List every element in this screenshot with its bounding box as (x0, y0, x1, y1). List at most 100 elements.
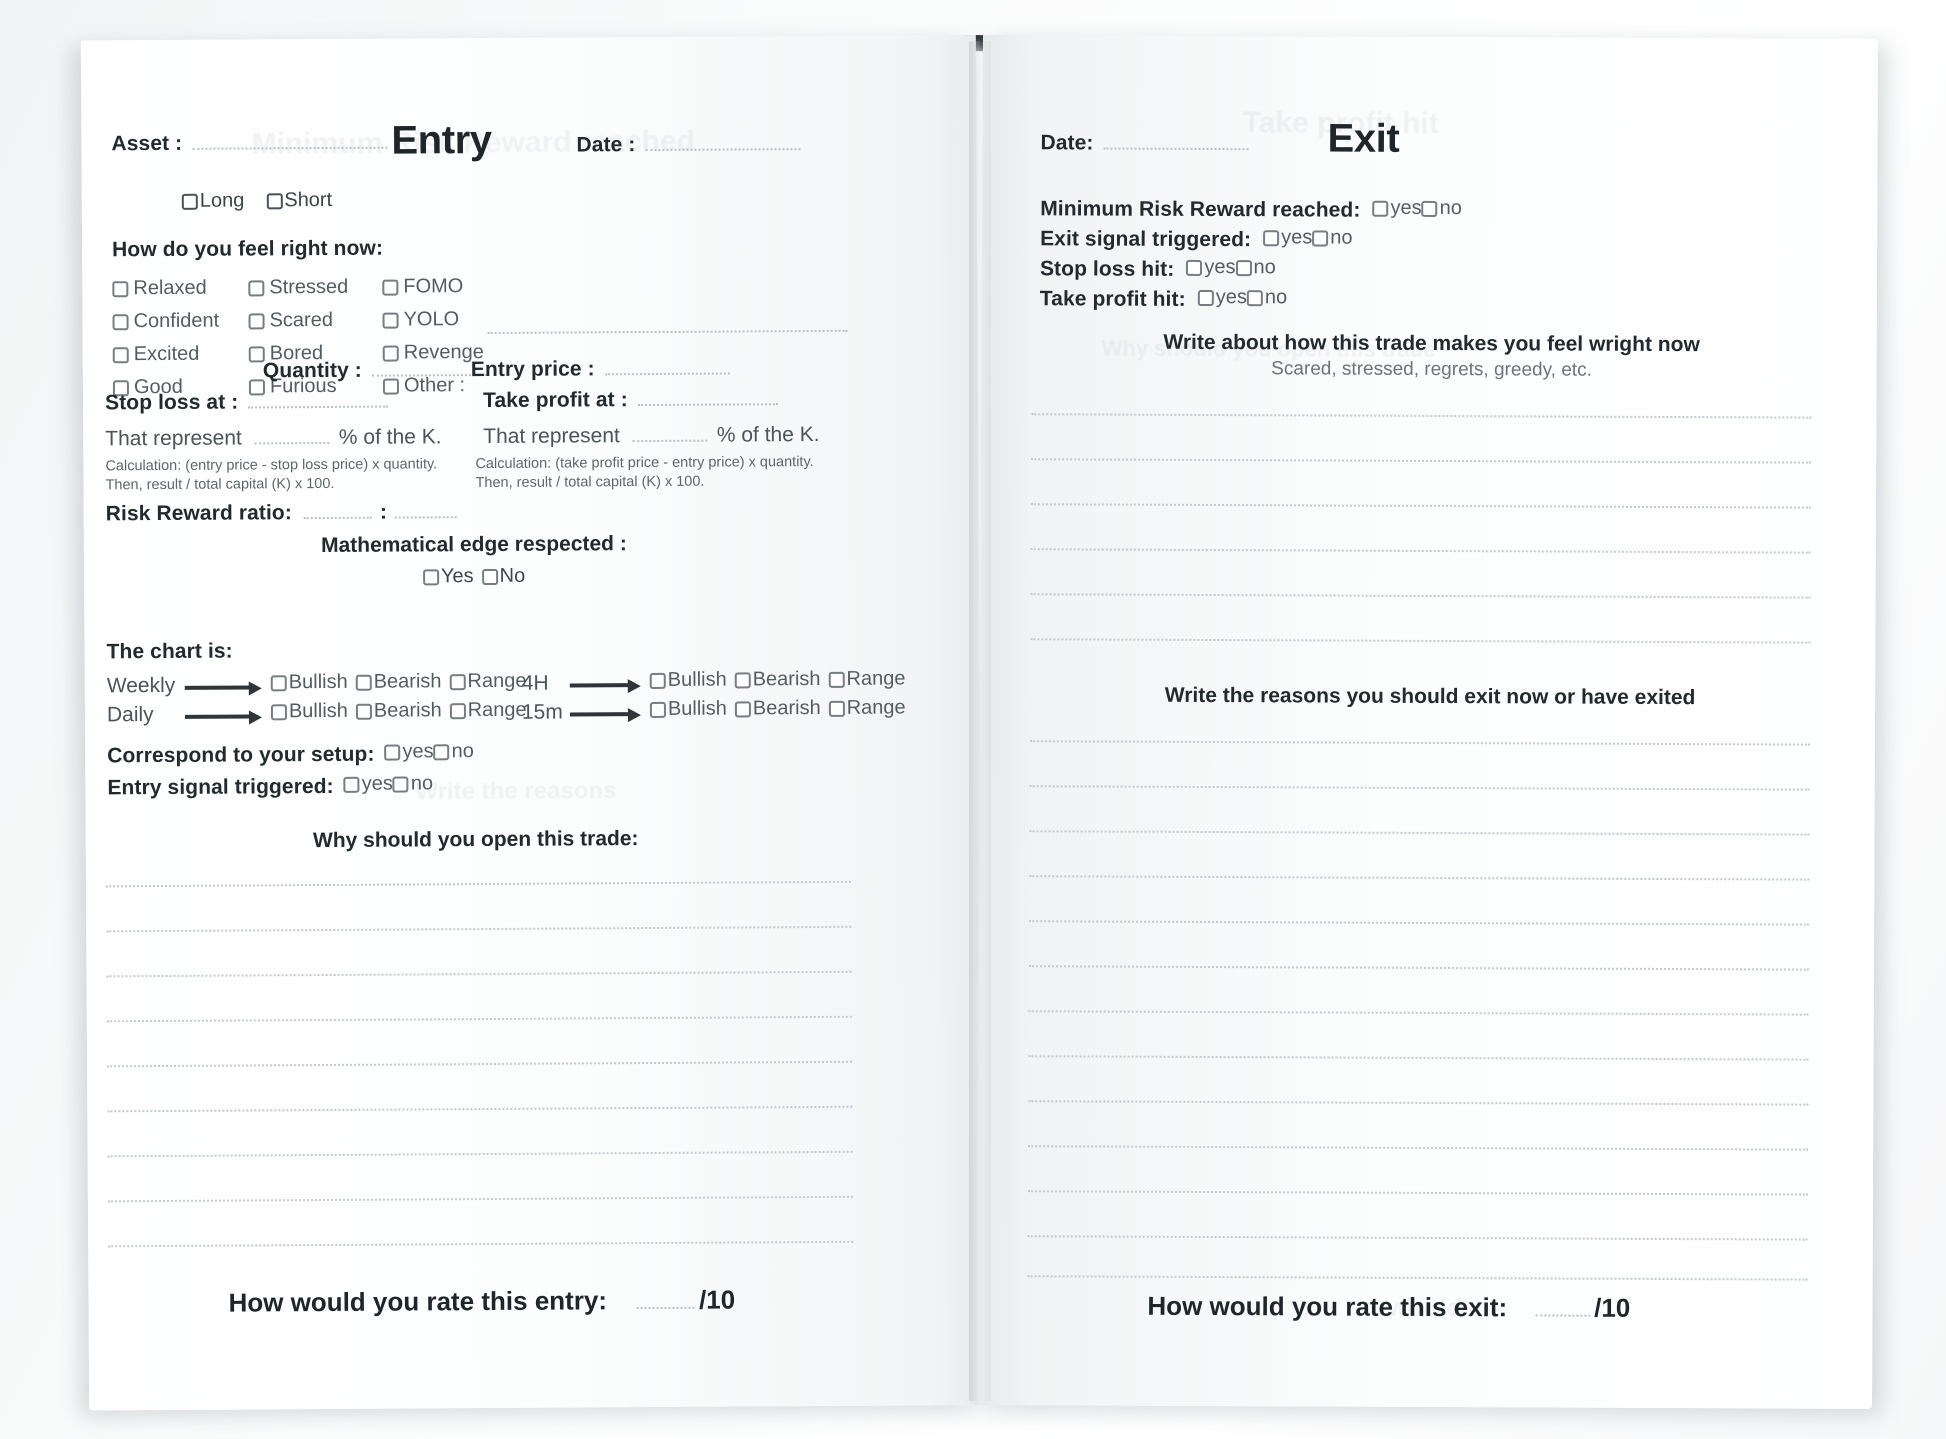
checkbox-box[interactable] (112, 346, 129, 363)
checkbox-long[interactable]: Long (181, 189, 245, 212)
checkbox-box[interactable] (481, 568, 498, 585)
exit-rating-input[interactable] (1535, 1313, 1591, 1317)
stop-loss-input[interactable] (248, 404, 389, 409)
checkbox-box[interactable] (343, 776, 360, 793)
checkbox-math-edge-no[interactable]: No (481, 565, 526, 588)
checkbox-scared[interactable]: Scared (248, 309, 348, 333)
reasons-line[interactable] (1028, 1010, 1809, 1016)
reasons-line[interactable] (1028, 965, 1809, 971)
entry-rating-input[interactable] (637, 1305, 696, 1310)
asset-input[interactable] (192, 145, 388, 150)
reasons-line[interactable] (1029, 830, 1810, 836)
reasons-line[interactable] (1029, 875, 1810, 881)
checkbox-stressed[interactable]: Stressed (248, 276, 348, 300)
checkbox-take-profit-hit-no[interactable]: no (1246, 286, 1287, 309)
entry-date-input[interactable] (645, 147, 801, 152)
checkbox-exit-signal-no[interactable]: no (1312, 226, 1353, 249)
checkbox-box[interactable] (828, 671, 845, 688)
entry-price-input[interactable] (604, 371, 730, 376)
checkbox-box[interactable] (112, 313, 129, 330)
checkbox-daily-bearish[interactable]: Bearish (355, 699, 442, 723)
checkbox-short[interactable]: Short (266, 189, 332, 212)
checkbox-daily-range[interactable]: Range (449, 699, 527, 722)
why-open-line[interactable] (106, 1015, 852, 1023)
reasons-line[interactable] (1029, 920, 1810, 926)
checkbox-box[interactable] (266, 192, 283, 209)
take-profit-input[interactable] (637, 402, 778, 407)
checkbox-box[interactable] (248, 279, 265, 296)
checkbox-yolo[interactable]: YOLO (382, 308, 483, 332)
reasons-line[interactable] (1029, 785, 1810, 791)
why-open-line[interactable] (107, 1150, 853, 1158)
checkbox-box[interactable] (1235, 259, 1252, 276)
checkbox-excited[interactable]: Excited (112, 343, 220, 367)
reasons-line[interactable] (1027, 1275, 1808, 1281)
checkbox-box[interactable] (433, 743, 450, 760)
stop-represent-input[interactable] (253, 440, 329, 445)
checkbox-box[interactable] (384, 744, 401, 761)
exit-date-input[interactable] (1103, 146, 1249, 151)
checkbox-box[interactable] (382, 279, 399, 296)
checkbox-box[interactable] (649, 701, 666, 718)
checkbox-box[interactable] (422, 568, 440, 585)
reasons-line[interactable] (1029, 740, 1810, 746)
take-represent-input[interactable] (631, 438, 707, 443)
checkbox-take-profit-hit-yes[interactable]: yes (1197, 286, 1247, 309)
reasons-line[interactable] (1028, 1055, 1809, 1061)
checkbox-min-rr-yes[interactable]: yes (1372, 197, 1422, 220)
checkbox-box[interactable] (1197, 289, 1214, 306)
checkbox-box[interactable] (355, 674, 372, 691)
checkbox-box[interactable] (1421, 200, 1438, 217)
checkbox-box[interactable] (270, 703, 287, 720)
checkbox-entry-signal-no[interactable]: no (392, 772, 433, 795)
checkbox-box[interactable] (449, 702, 466, 719)
checkbox-math-edge-yes[interactable]: Yes (422, 565, 474, 588)
checkbox-stop-loss-hit-no[interactable]: no (1235, 256, 1276, 279)
feel-line[interactable] (1030, 548, 1811, 554)
checkbox-box[interactable] (734, 700, 751, 717)
checkbox-box[interactable] (1246, 289, 1263, 306)
checkbox-entry-signal-yes[interactable]: yes (343, 773, 393, 796)
checkbox-setup-no[interactable]: no (433, 740, 474, 763)
checkbox-box[interactable] (1263, 229, 1280, 246)
checkbox-4h-bearish[interactable]: Bearish (734, 668, 821, 692)
checkbox-box[interactable] (181, 193, 198, 210)
checkbox-daily-bullish[interactable]: Bullish (270, 700, 348, 723)
checkbox-relaxed[interactable]: Relaxed (112, 277, 219, 301)
quantity-input[interactable] (371, 373, 487, 377)
checkbox-box[interactable] (392, 775, 409, 793)
checkbox-stop-loss-hit-yes[interactable]: yes (1186, 256, 1236, 279)
why-open-line[interactable] (108, 1240, 854, 1248)
checkbox-box[interactable] (1372, 200, 1389, 217)
checkbox-4h-bullish[interactable]: Bullish (649, 669, 727, 692)
checkbox-box[interactable] (734, 671, 751, 688)
checkbox-exit-signal-yes[interactable]: yes (1263, 226, 1312, 249)
why-open-line[interactable] (107, 1195, 853, 1203)
checkbox-min-rr-no[interactable]: no (1421, 197, 1462, 220)
checkbox-15m-bearish[interactable]: Bearish (734, 697, 821, 721)
checkbox-confident[interactable]: Confident (112, 310, 219, 334)
checkbox-15m-bullish[interactable]: Bullish (649, 698, 727, 721)
checkbox-box[interactable] (270, 674, 287, 691)
checkbox-box[interactable] (828, 700, 845, 717)
checkbox-box[interactable] (382, 312, 399, 329)
why-open-line[interactable] (107, 1060, 853, 1068)
reasons-line[interactable] (1027, 1235, 1808, 1241)
feel-line[interactable] (1031, 458, 1812, 464)
checkbox-box[interactable] (649, 672, 666, 689)
why-open-line[interactable] (107, 1105, 853, 1113)
checkbox-4h-range[interactable]: Range (828, 667, 905, 690)
reasons-line[interactable] (1028, 1145, 1809, 1151)
other-feeling-input[interactable] (487, 328, 848, 335)
checkbox-box[interactable] (449, 673, 466, 690)
feel-line[interactable] (1030, 638, 1811, 644)
checkbox-box[interactable] (1312, 229, 1329, 247)
checkbox-setup-yes[interactable]: yes (384, 740, 434, 763)
checkbox-box[interactable] (355, 703, 372, 720)
risk-reward-input-left[interactable] (303, 515, 372, 520)
reasons-line[interactable] (1027, 1190, 1808, 1196)
risk-reward-input-right[interactable] (395, 515, 458, 519)
checkbox-weekly-bullish[interactable]: Bullish (270, 671, 348, 694)
reasons-line[interactable] (1028, 1100, 1809, 1106)
checkbox-box[interactable] (112, 280, 129, 297)
